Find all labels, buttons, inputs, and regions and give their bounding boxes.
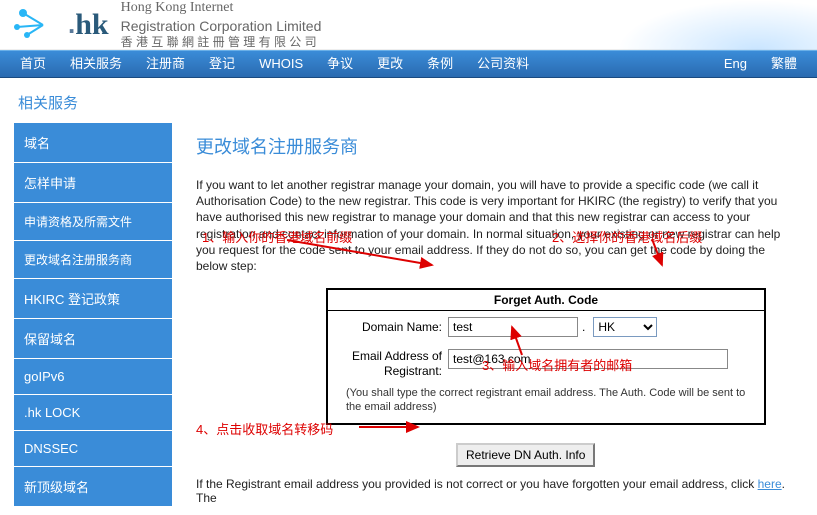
- sidebar-item-policy[interactable]: HKIRC 登记政策: [14, 279, 172, 319]
- logo-icon: [12, 5, 60, 45]
- nav-rules[interactable]: 条例: [415, 50, 465, 78]
- org-name-en2: Registration Corporation Limited: [121, 17, 322, 35]
- suffix-select[interactable]: HK: [593, 317, 657, 337]
- domain-dot: .: [578, 320, 589, 334]
- sidebar-item-howto[interactable]: 怎样申请: [14, 163, 172, 203]
- logo-dot: .: [68, 9, 75, 40]
- page-title: 更改域名注册服务商: [196, 133, 797, 159]
- section-title: 相关服务: [0, 78, 817, 123]
- nav-registrar[interactable]: 注册商: [134, 50, 197, 78]
- nav-services[interactable]: 相关服务: [58, 50, 134, 78]
- annotation-3: 3、输入域名拥有者的邮箱: [482, 355, 632, 374]
- nav-register[interactable]: 登记: [197, 50, 247, 78]
- annotation-2: 2、选择你的香港域名后缀: [552, 227, 702, 246]
- org-name-cn: 香 港 互 聯 網 註 冊 管 理 有 限 公 司: [121, 35, 322, 51]
- form-note: (You shall type the correct registrant e…: [328, 384, 764, 417]
- nav-home[interactable]: 首页: [8, 50, 58, 78]
- footer-link-here[interactable]: here: [758, 477, 782, 491]
- sidebar-item-goipv6[interactable]: goIPv6: [14, 359, 172, 395]
- sidebar-item-eligibility[interactable]: 申请资格及所需文件: [14, 203, 172, 241]
- nav-change[interactable]: 更改: [365, 50, 415, 78]
- lang-eng[interactable]: Eng: [712, 50, 759, 78]
- sidebar-item-reserved[interactable]: 保留域名: [14, 319, 172, 359]
- sidebar-item-hklock[interactable]: .hk LOCK: [14, 395, 172, 431]
- sidebar-item-change-registrar[interactable]: 更改域名注册服务商: [14, 241, 172, 279]
- main-content: 更改域名注册服务商 If you want to let another reg…: [172, 123, 817, 515]
- site-header: . hk Hong Kong Internet Registration Cor…: [0, 0, 817, 50]
- sidebar: 域名 怎样申请 申请资格及所需文件 更改域名注册服务商 HKIRC 登记政策 保…: [14, 123, 172, 515]
- sidebar-item-domain[interactable]: 域名: [14, 123, 172, 163]
- logo-hk-text: hk: [75, 8, 108, 42]
- lang-trad[interactable]: 繁體: [759, 50, 809, 78]
- nav-company[interactable]: 公司资料: [465, 50, 541, 78]
- domain-label: Domain Name:: [338, 320, 448, 334]
- top-nav: 首页 相关服务 注册商 登记 WHOIS 争议 更改 条例 公司资料 Eng 繁…: [0, 50, 817, 78]
- nav-dispute[interactable]: 争议: [315, 50, 365, 78]
- org-name-en1: Hong Kong Internet: [121, 0, 322, 17]
- form-title: Forget Auth. Code: [328, 290, 764, 311]
- sidebar-item-dnssec[interactable]: DNSSEC: [14, 431, 172, 467]
- annotation-1: 1、输入你的香港域名前缀: [202, 227, 352, 246]
- footer-note: If the Registrant email address you prov…: [196, 477, 797, 505]
- domain-input[interactable]: [448, 317, 578, 337]
- intro-text: If you want to let another registrar man…: [196, 177, 797, 274]
- footer-text-before: If the Registrant email address you prov…: [196, 477, 758, 491]
- nav-whois[interactable]: WHOIS: [247, 50, 315, 78]
- sidebar-item-newtld[interactable]: 新顶级域名: [14, 467, 172, 507]
- annotation-4: 4、点击收取域名转移码: [196, 419, 333, 438]
- email-label: Email Address of Registrant:: [338, 349, 448, 378]
- retrieve-button[interactable]: Retrieve DN Auth. Info: [456, 443, 595, 467]
